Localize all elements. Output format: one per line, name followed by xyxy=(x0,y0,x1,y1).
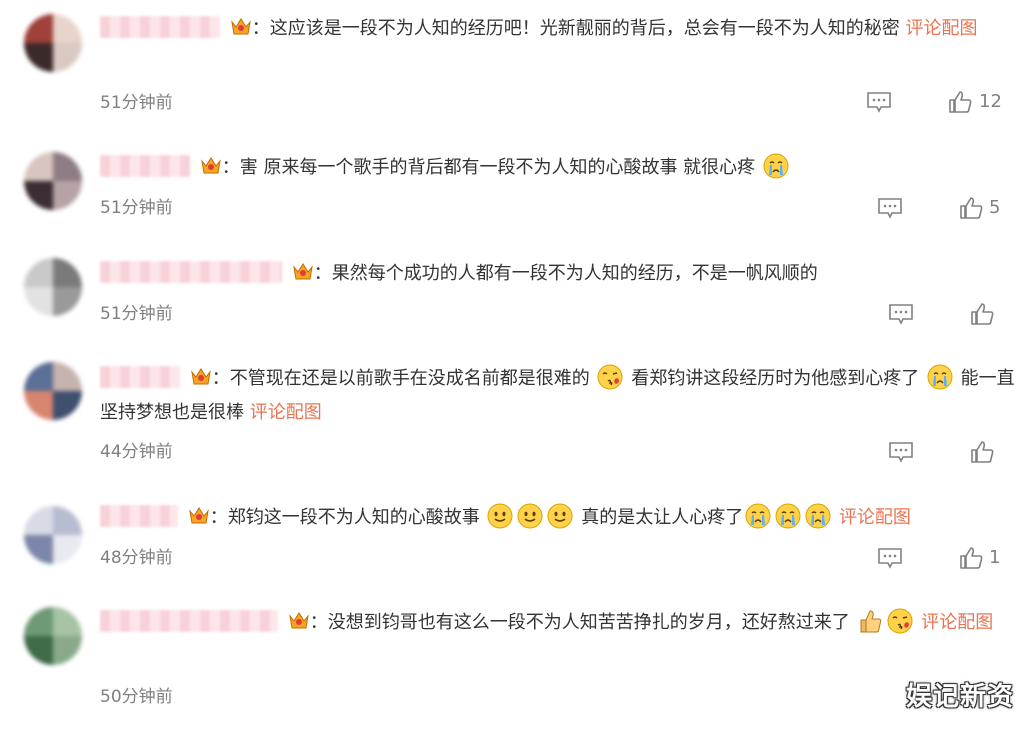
vip-crown-icon xyxy=(188,507,209,524)
comment-text: ：郑钧这一段不为人知的心酸故事 xyxy=(209,507,480,528)
vip-crown-icon xyxy=(288,612,309,629)
comment-body: ：这应该是一段不为人知的经历吧！光新靓丽的背后，总会有一段不为人知的秘密 评论配… xyxy=(100,12,1018,46)
avatar[interactable] xyxy=(24,14,82,72)
comment-time: 51分钟前 xyxy=(100,198,173,218)
avatar[interactable] xyxy=(24,258,82,316)
comment-text-continued: 看郑钧讲这段经历时为他感到心疼了 xyxy=(631,368,920,389)
username-blurred[interactable] xyxy=(100,610,278,632)
comment-image-link[interactable]: 评论配图 xyxy=(921,612,993,633)
username-blurred[interactable] xyxy=(100,366,180,388)
comment-text: ：没想到钧哥也有这么一段不为人知苦苦挣扎的岁月，还好熬过来了 xyxy=(309,612,850,633)
crying-emoji-icon xyxy=(805,503,831,529)
kiss-emoji-icon xyxy=(887,608,913,634)
comment-text: ：害 原来每一个歌手的背后都有一段不为人知的心酸故事 就很心疼 xyxy=(221,157,756,178)
smile-emoji-icon xyxy=(547,503,573,529)
crying-emoji-icon xyxy=(775,503,801,529)
like-icon[interactable] xyxy=(969,440,995,464)
comment-text-continued: 真的是太让人心疼了 xyxy=(581,507,744,528)
avatar[interactable] xyxy=(24,506,82,564)
avatar[interactable] xyxy=(24,152,82,210)
comment-time: 48分钟前 xyxy=(100,548,173,568)
vip-crown-icon xyxy=(230,18,251,35)
comment-time: 51分钟前 xyxy=(100,93,173,113)
like-icon[interactable] xyxy=(958,196,984,220)
username-blurred[interactable] xyxy=(100,155,190,177)
comment-time: 51分钟前 xyxy=(100,304,173,324)
watermark: 娱记新资 xyxy=(905,682,1014,712)
reply-icon[interactable] xyxy=(877,546,903,570)
comment-body: ：郑钧这一段不为人知的心酸故事 真的是太让人心疼了 评论配图 xyxy=(100,501,1018,535)
thumbs-up-emoji-icon xyxy=(860,610,882,633)
comment-time: 44分钟前 xyxy=(100,442,173,462)
comment-text: ：果然每个成功的人都有一段不为人知的经历，不是一帆风顺的 xyxy=(313,263,818,284)
reply-icon[interactable] xyxy=(877,196,903,220)
comment-body: ：害 原来每一个歌手的背后都有一段不为人知的心酸故事 就很心疼 xyxy=(100,151,1018,185)
avatar[interactable] xyxy=(24,362,82,420)
comment-time: 50分钟前 xyxy=(100,687,173,707)
reply-icon[interactable] xyxy=(866,90,892,114)
like-count: 1 xyxy=(989,547,1001,568)
like-count: 12 xyxy=(979,91,1002,112)
like-icon[interactable] xyxy=(969,302,995,326)
smile-emoji-icon xyxy=(517,503,543,529)
comment-body: ：不管现在还是以前歌手在没成名前都是很难的 看郑钧讲这段经历时为他感到心疼了 能… xyxy=(100,362,1018,430)
vip-crown-icon xyxy=(200,157,221,174)
reply-icon[interactable] xyxy=(888,440,914,464)
comment-body: ：果然每个成功的人都有一段不为人知的经历，不是一帆风顺的 xyxy=(100,257,1018,291)
crying-emoji-icon xyxy=(927,364,953,390)
username-blurred[interactable] xyxy=(100,505,178,527)
comment-body: ：没想到钧哥也有这么一段不为人知苦苦挣扎的岁月，还好熬过来了 评论配图 xyxy=(100,606,1018,640)
crying-emoji-icon xyxy=(745,503,771,529)
username-blurred[interactable] xyxy=(100,16,220,38)
like-count: 5 xyxy=(989,197,1001,218)
like-icon[interactable] xyxy=(958,546,984,570)
comment-image-link[interactable]: 评论配图 xyxy=(839,507,911,528)
crying-emoji-icon xyxy=(763,153,789,179)
vip-crown-icon xyxy=(190,368,211,385)
reply-icon[interactable] xyxy=(888,302,914,326)
comment-text: ：这应该是一段不为人知的经历吧！光新靓丽的背后，总会有一段不为人知的秘密 xyxy=(251,18,900,39)
smile-emoji-icon xyxy=(487,503,513,529)
avatar[interactable] xyxy=(24,607,82,665)
comment-image-link[interactable]: 评论配图 xyxy=(905,18,977,39)
comment-text: ：不管现在还是以前歌手在没成名前都是很难的 xyxy=(211,368,590,389)
username-blurred[interactable] xyxy=(100,261,282,283)
vip-crown-icon xyxy=(292,263,313,280)
like-icon[interactable] xyxy=(947,90,973,114)
kiss-emoji-icon xyxy=(597,364,623,390)
comment-image-link[interactable]: 评论配图 xyxy=(250,402,322,423)
